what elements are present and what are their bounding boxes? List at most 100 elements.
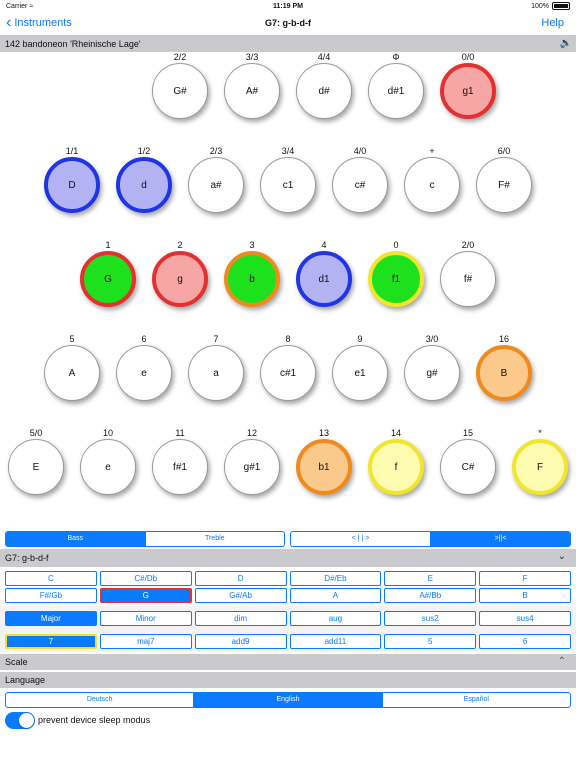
button-number-label: 9 xyxy=(357,334,363,344)
help-button[interactable]: Help xyxy=(541,17,564,29)
root-note-button[interactable]: A#/Bb xyxy=(384,588,477,603)
button-number-label: 2/2 xyxy=(173,52,187,62)
note-button[interactable]: c# xyxy=(332,157,388,213)
note-button[interactable]: a xyxy=(188,345,244,401)
speaker-icon[interactable]: 🔈 xyxy=(560,38,572,49)
note-button[interactable]: g xyxy=(152,251,208,307)
note-button[interactable]: e xyxy=(80,439,136,495)
root-note-button[interactable]: D#/Eb xyxy=(289,571,382,586)
scale-header[interactable]: Scale ⌃ xyxy=(0,654,576,670)
chord-quality-button[interactable]: aug xyxy=(289,611,382,626)
note-button[interactable]: f#1 xyxy=(152,439,208,495)
lang-english[interactable]: English xyxy=(194,693,383,707)
button-number-label: 2 xyxy=(177,240,183,250)
button-number-label: 1 xyxy=(105,240,111,250)
language-toggle: Deutsch English Español xyxy=(5,692,571,708)
root-note-button[interactable]: G xyxy=(99,588,192,603)
note-button[interactable]: F# xyxy=(476,157,532,213)
lang-espanol[interactable]: Español xyxy=(383,693,570,707)
chord-quality-button[interactable]: Minor xyxy=(99,611,192,626)
note-button[interactable]: f xyxy=(368,439,424,495)
root-note-button[interactable]: A xyxy=(289,588,382,603)
button-number-label: 5/0 xyxy=(29,428,43,438)
note-button[interactable]: G xyxy=(80,251,136,307)
sleep-toggle[interactable] xyxy=(5,712,35,729)
note-button[interactable]: g# xyxy=(404,345,460,401)
note-button[interactable]: E xyxy=(8,439,64,495)
chord-quality-button[interactable]: add11 xyxy=(289,634,382,649)
button-number-label: 0/0 xyxy=(461,52,475,62)
treble-tab[interactable]: Treble xyxy=(146,532,285,546)
note-button[interactable]: A# xyxy=(224,63,280,119)
chord-quality-button[interactable]: sus4 xyxy=(479,611,571,626)
language-header: Language xyxy=(0,672,576,688)
note-button[interactable]: d#1 xyxy=(368,63,424,119)
note-button[interactable]: c#1 xyxy=(260,345,316,401)
note-button[interactable]: G# xyxy=(152,63,208,119)
note-button[interactable]: f# xyxy=(440,251,496,307)
button-number-label: 0 xyxy=(393,240,399,250)
root-note-button[interactable]: B xyxy=(479,588,571,603)
button-number-label: * xyxy=(538,428,542,438)
chord-quality-grid: Major Minor dim aug sus2 sus4 7 maj7 add9 add11 5 6 xyxy=(5,611,571,649)
chord-quality-button[interactable]: add9 xyxy=(194,634,287,649)
status-bar: Carrier ≈ 11:19 PM 100% xyxy=(0,0,576,12)
note-button[interactable]: A xyxy=(44,345,100,401)
button-number-label: 5 xyxy=(69,334,75,344)
chord-quality-button[interactable]: maj7 xyxy=(99,634,192,649)
button-number-label: 4/4 xyxy=(317,52,331,62)
root-note-button[interactable]: D xyxy=(194,571,287,586)
chord-quality-button[interactable]: 5 xyxy=(384,634,477,649)
push-tab[interactable]: < | | > xyxy=(291,532,431,546)
status-time: 11:19 PM xyxy=(273,2,303,10)
note-button[interactable]: d# xyxy=(296,63,352,119)
button-number-label: + xyxy=(429,146,435,156)
note-button[interactable]: g1 xyxy=(440,63,496,119)
bass-tab[interactable]: Bass xyxy=(6,532,146,546)
root-note-button[interactable]: C#/Db xyxy=(99,571,192,586)
instrument-bar: 142 bandoneon 'Rheinische Lage' 🔈 xyxy=(0,36,576,52)
button-number-label: 13 xyxy=(318,428,329,438)
note-button[interactable]: a# xyxy=(188,157,244,213)
note-button[interactable]: f1 xyxy=(368,251,424,307)
note-button[interactable]: C# xyxy=(440,439,496,495)
chord-quality-button[interactable]: Major xyxy=(5,611,97,626)
note-button[interactable]: b xyxy=(224,251,280,307)
root-note-grid: C C#/Db D D#/Eb E F F#/Gb G G#/Ab A A#/Bb B xyxy=(5,571,571,603)
note-button[interactable]: B xyxy=(476,345,532,401)
note-button[interactable]: c xyxy=(404,157,460,213)
note-button[interactable]: b1 xyxy=(296,439,352,495)
button-number-label: 3/3 xyxy=(245,52,259,62)
root-note-button[interactable]: G#/Ab xyxy=(194,588,287,603)
button-number-label: 6/0 xyxy=(497,146,511,156)
lang-deutsch[interactable]: Deutsch xyxy=(6,693,195,707)
direction-toggle: < | | > >||< xyxy=(290,531,571,547)
pull-tab[interactable]: >||< xyxy=(431,532,570,546)
note-button[interactable]: d1 xyxy=(296,251,352,307)
note-button[interactable]: D xyxy=(44,157,100,213)
root-note-button[interactable]: F xyxy=(479,571,571,586)
scale-header-label: Scale xyxy=(5,657,28,667)
chord-quality-button[interactable]: 7 xyxy=(5,634,97,649)
chevron-up-icon: ⌃ xyxy=(557,656,566,667)
chord-quality-button[interactable]: 6 xyxy=(479,634,571,649)
button-number-label: 12 xyxy=(246,428,257,438)
root-note-button[interactable]: F#/Gb xyxy=(5,588,97,603)
button-number-label: 2/3 xyxy=(209,146,223,156)
note-button[interactable]: e1 xyxy=(332,345,388,401)
root-note-button[interactable]: C xyxy=(5,571,97,586)
chord-quality-button[interactable]: sus2 xyxy=(384,611,477,626)
sleep-toggle-label: prevent device sleep modus xyxy=(38,715,151,725)
chord-header[interactable]: G7: g-b-d-f ⌄ xyxy=(0,549,576,567)
chord-header-label: G7: g-b-d-f xyxy=(5,553,49,563)
note-button[interactable]: F xyxy=(512,439,568,495)
button-number-label: 8 xyxy=(285,334,291,344)
note-button[interactable]: d xyxy=(116,157,172,213)
note-button[interactable]: g#1 xyxy=(224,439,280,495)
button-number-label: 2/0 xyxy=(461,240,475,250)
note-button[interactable]: e xyxy=(116,345,172,401)
chord-quality-button[interactable]: dim xyxy=(194,611,287,626)
button-number-label: 11 xyxy=(175,428,185,438)
note-button[interactable]: c1 xyxy=(260,157,316,213)
root-note-button[interactable]: E xyxy=(384,571,477,586)
